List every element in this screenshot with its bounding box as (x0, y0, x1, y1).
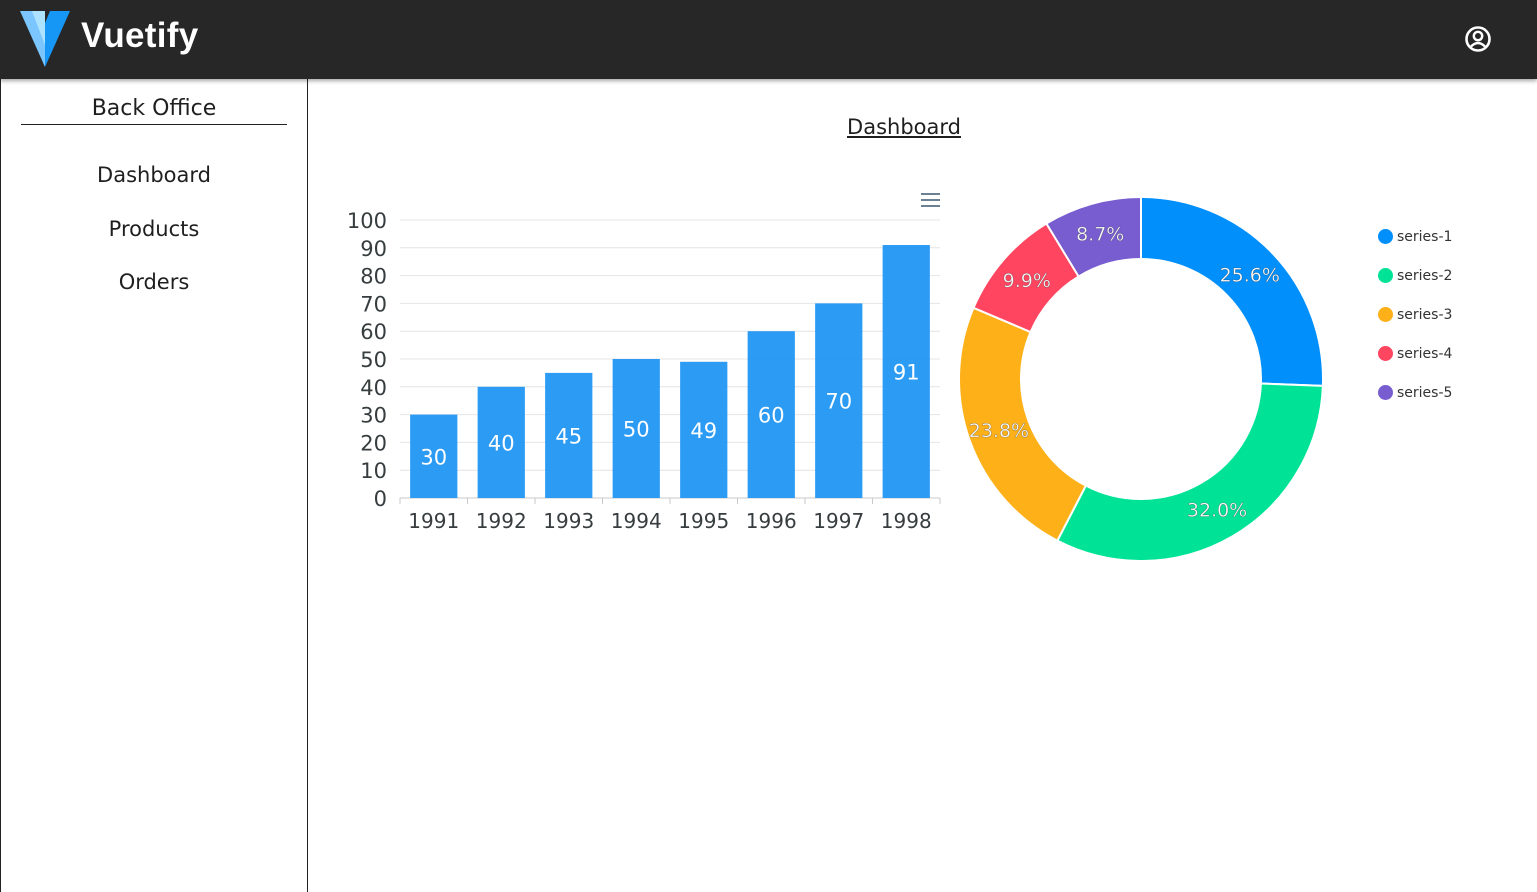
x-tick-label: 1997 (813, 509, 864, 533)
legend-marker (1378, 307, 1393, 322)
account-circle-icon (1465, 26, 1491, 52)
slice-data-label: 8.7% (1076, 224, 1124, 246)
y-tick-label: 100 (347, 209, 387, 233)
x-tick-label: 1998 (881, 509, 932, 533)
legend-marker (1378, 268, 1393, 283)
legend-label: series-2 (1397, 268, 1453, 284)
hamburger-menu-icon[interactable] (921, 193, 940, 207)
bar-data-label: 60 (758, 404, 785, 428)
bar-chart: 0 10 20 30 40 50 60 70 80 90 100 30 1991 40 1992 45 1993… (347, 193, 941, 533)
y-tick-label: 40 (360, 376, 387, 400)
page-title: Dashboard (847, 115, 961, 139)
x-tick-label: 1996 (746, 509, 797, 533)
legend-item[interactable]: series-5 (1378, 382, 1452, 421)
bar-data-label: 49 (690, 419, 717, 443)
legend-label: series-5 (1397, 385, 1453, 401)
app-brand[interactable]: Vuetify (81, 16, 199, 56)
donut-slice (1056, 382, 1324, 562)
bar-data-label: 30 (420, 445, 447, 469)
legend-item[interactable]: series-2 (1378, 265, 1452, 304)
bar-data-label: 40 (488, 431, 515, 455)
sidebar-item-products[interactable]: Products (1, 217, 307, 241)
legend-item[interactable]: series-4 (1378, 343, 1452, 382)
chart-legend: series-1 series-2 series-3 series-4 seri… (1378, 226, 1452, 421)
app-bar: Vuetify (0, 0, 1537, 79)
y-tick-label: 20 (360, 431, 387, 455)
slice-data-label: 32.0% (1187, 499, 1247, 521)
bar-data-label: 91 (893, 361, 920, 385)
legend-label: series-3 (1397, 307, 1453, 323)
x-tick-label: 1995 (678, 509, 729, 533)
slice-data-label: 23.8% (969, 420, 1029, 442)
y-tick-label: 70 (360, 292, 387, 316)
y-tick-label: 50 (360, 348, 387, 372)
legend-marker (1378, 346, 1393, 361)
sidebar-item-orders[interactable]: Orders (1, 270, 307, 294)
y-tick-label: 10 (360, 459, 387, 483)
legend-item[interactable]: series-3 (1378, 304, 1452, 343)
legend-item[interactable]: series-1 (1378, 226, 1452, 265)
donut-slice (1140, 195, 1324, 387)
legend-label: series-1 (1397, 229, 1453, 245)
legend-marker (1378, 229, 1393, 244)
bar-data-label: 50 (623, 418, 650, 442)
bar-data-label: 70 (825, 390, 852, 414)
legend-marker (1378, 385, 1393, 400)
y-tick-label: 0 (374, 487, 387, 511)
y-tick-label: 30 (360, 404, 387, 428)
vuetify-logo-icon[interactable] (18, 9, 72, 69)
bar-data-label: 45 (555, 424, 582, 448)
x-tick-label: 1992 (476, 509, 527, 533)
y-tick-label: 60 (360, 320, 387, 344)
x-tick-label: 1994 (611, 509, 662, 533)
legend-label: series-4 (1397, 346, 1453, 362)
account-button[interactable] (1459, 20, 1497, 58)
donut-chart: 25.6% 32.0% 23.8% 9.9% 8.7% (958, 195, 1324, 562)
y-tick-label: 90 (360, 237, 387, 261)
slice-data-label: 9.9% (1003, 270, 1051, 292)
sidebar: Back Office Dashboard Products Orders (0, 79, 308, 892)
x-tick-label: 1991 (408, 509, 459, 533)
sidebar-item-dashboard[interactable]: Dashboard (1, 163, 307, 187)
y-tick-label: 80 (360, 265, 387, 289)
sidebar-title: Back Office (21, 96, 287, 125)
x-tick-label: 1993 (543, 509, 594, 533)
slice-data-label: 25.6% (1220, 264, 1280, 286)
